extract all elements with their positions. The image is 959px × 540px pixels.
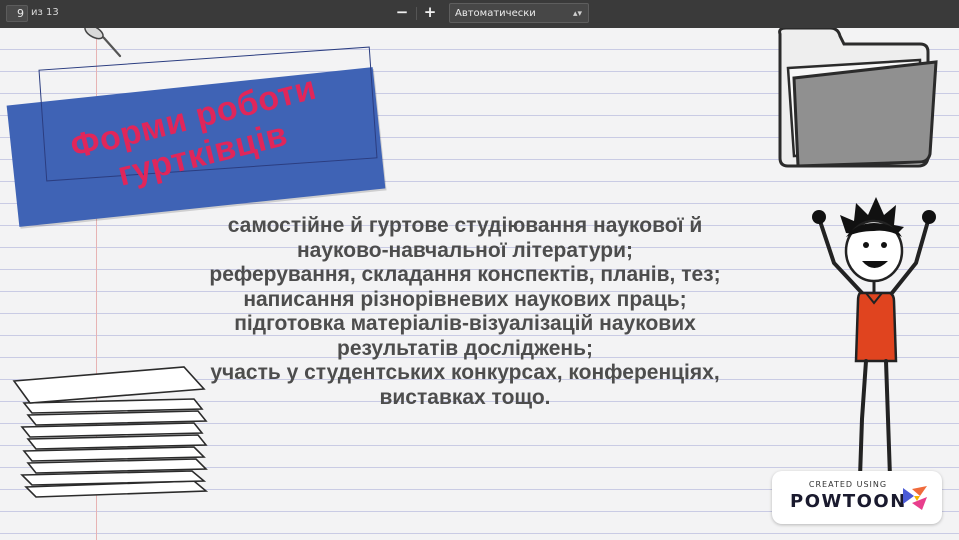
page-number-input[interactable]: 9 — [6, 5, 28, 22]
content-line: виставках тощо. — [379, 385, 551, 409]
content-line: написання різнорівневих наукових праць; — [243, 287, 687, 311]
content-line: участь у студентських конкурсах, конфере… — [210, 361, 720, 384]
slide-page: Форми роботи гуртківців самостійне й гур… — [0, 28, 959, 540]
zoom-select[interactable]: Автоматически ▴▾ — [449, 3, 589, 23]
zoom-separator — [416, 7, 417, 20]
pdf-toolbar: 9 из 13 − + Автоматически ▴▾ — [0, 0, 959, 29]
content-line: результатів досліджень; — [337, 336, 593, 360]
content-line: реферування, складання конспектів, плані… — [209, 263, 721, 286]
zoom-in-button[interactable]: + — [419, 3, 441, 23]
page-total-label: из 13 — [31, 7, 59, 18]
content-line: науково-навчальної літератури; — [297, 238, 633, 262]
badge-brand-name: POWTOON — [790, 491, 907, 512]
content-line: самостійне й гуртове студіювання науково… — [227, 214, 703, 237]
powtoon-badge[interactable]: CREATED USING POWTOON — [772, 471, 942, 524]
folder-icon — [778, 28, 938, 168]
content-text: самостійне й гуртове студіювання науково… — [145, 214, 785, 410]
zoom-select-value: Автоматически — [455, 8, 536, 19]
powtoon-logo-icon — [903, 486, 927, 510]
character-icon — [812, 197, 936, 484]
zoom-out-button[interactable]: − — [391, 3, 413, 23]
pin-icon — [84, 28, 122, 58]
chevron-updown-icon: ▴▾ — [572, 9, 582, 19]
content-line: підготовка матеріалів-візуалізацій науко… — [234, 312, 696, 335]
